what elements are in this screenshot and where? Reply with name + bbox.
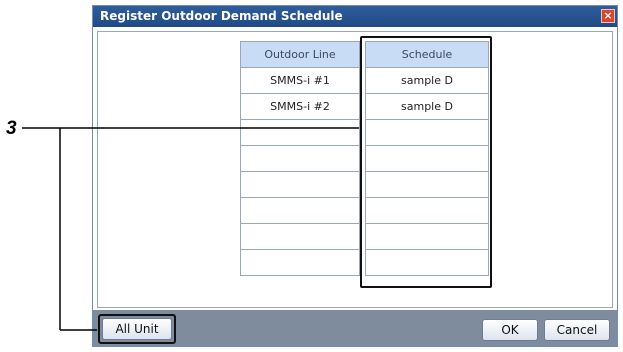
- table-row[interactable]: [240, 249, 360, 276]
- outdoor-line-cell[interactable]: [240, 119, 360, 146]
- table-row[interactable]: [240, 223, 360, 250]
- table-row[interactable]: SMMS-i #2: [240, 93, 360, 120]
- table-row[interactable]: SMMS-i #1: [240, 67, 360, 94]
- close-icon[interactable]: ×: [601, 9, 615, 23]
- table-row[interactable]: [240, 145, 360, 172]
- page: 3 Register Outdoor Demand Schedule × Out…: [0, 0, 623, 352]
- register-outdoor-demand-schedule-dialog: Register Outdoor Demand Schedule × Outdo…: [92, 5, 618, 347]
- column-header-outdoor-line: Outdoor Line: [240, 41, 360, 68]
- outdoor-line-cell[interactable]: [240, 197, 360, 224]
- dialog-title: Register Outdoor Demand Schedule: [100, 9, 343, 23]
- dialog-titlebar: Register Outdoor Demand Schedule ×: [93, 6, 617, 27]
- table-row[interactable]: [240, 171, 360, 198]
- outdoor-line-cell[interactable]: SMMS-i #1: [240, 67, 360, 94]
- schedule-column-highlight: [360, 36, 492, 288]
- table-row[interactable]: [240, 119, 360, 146]
- outdoor-line-body: SMMS-i #1 SMMS-i #2: [240, 67, 360, 276]
- outdoor-line-cell[interactable]: [240, 145, 360, 172]
- table-row[interactable]: [240, 197, 360, 224]
- outdoor-line-cell[interactable]: [240, 223, 360, 250]
- outdoor-line-table: Outdoor Line SMMS-i #1 SMMS-i #2: [240, 41, 360, 276]
- cancel-button[interactable]: Cancel: [544, 319, 610, 341]
- outdoor-line-cell[interactable]: [240, 249, 360, 276]
- outdoor-line-cell[interactable]: [240, 171, 360, 198]
- all-unit-button[interactable]: All Unit: [102, 318, 172, 340]
- outdoor-line-cell[interactable]: SMMS-i #2: [240, 93, 360, 120]
- callout-number: 3: [6, 118, 17, 139]
- dialog-content: Outdoor Line SMMS-i #1 SMMS-i #2 Schedul…: [97, 31, 613, 308]
- ok-button[interactable]: OK: [482, 319, 538, 341]
